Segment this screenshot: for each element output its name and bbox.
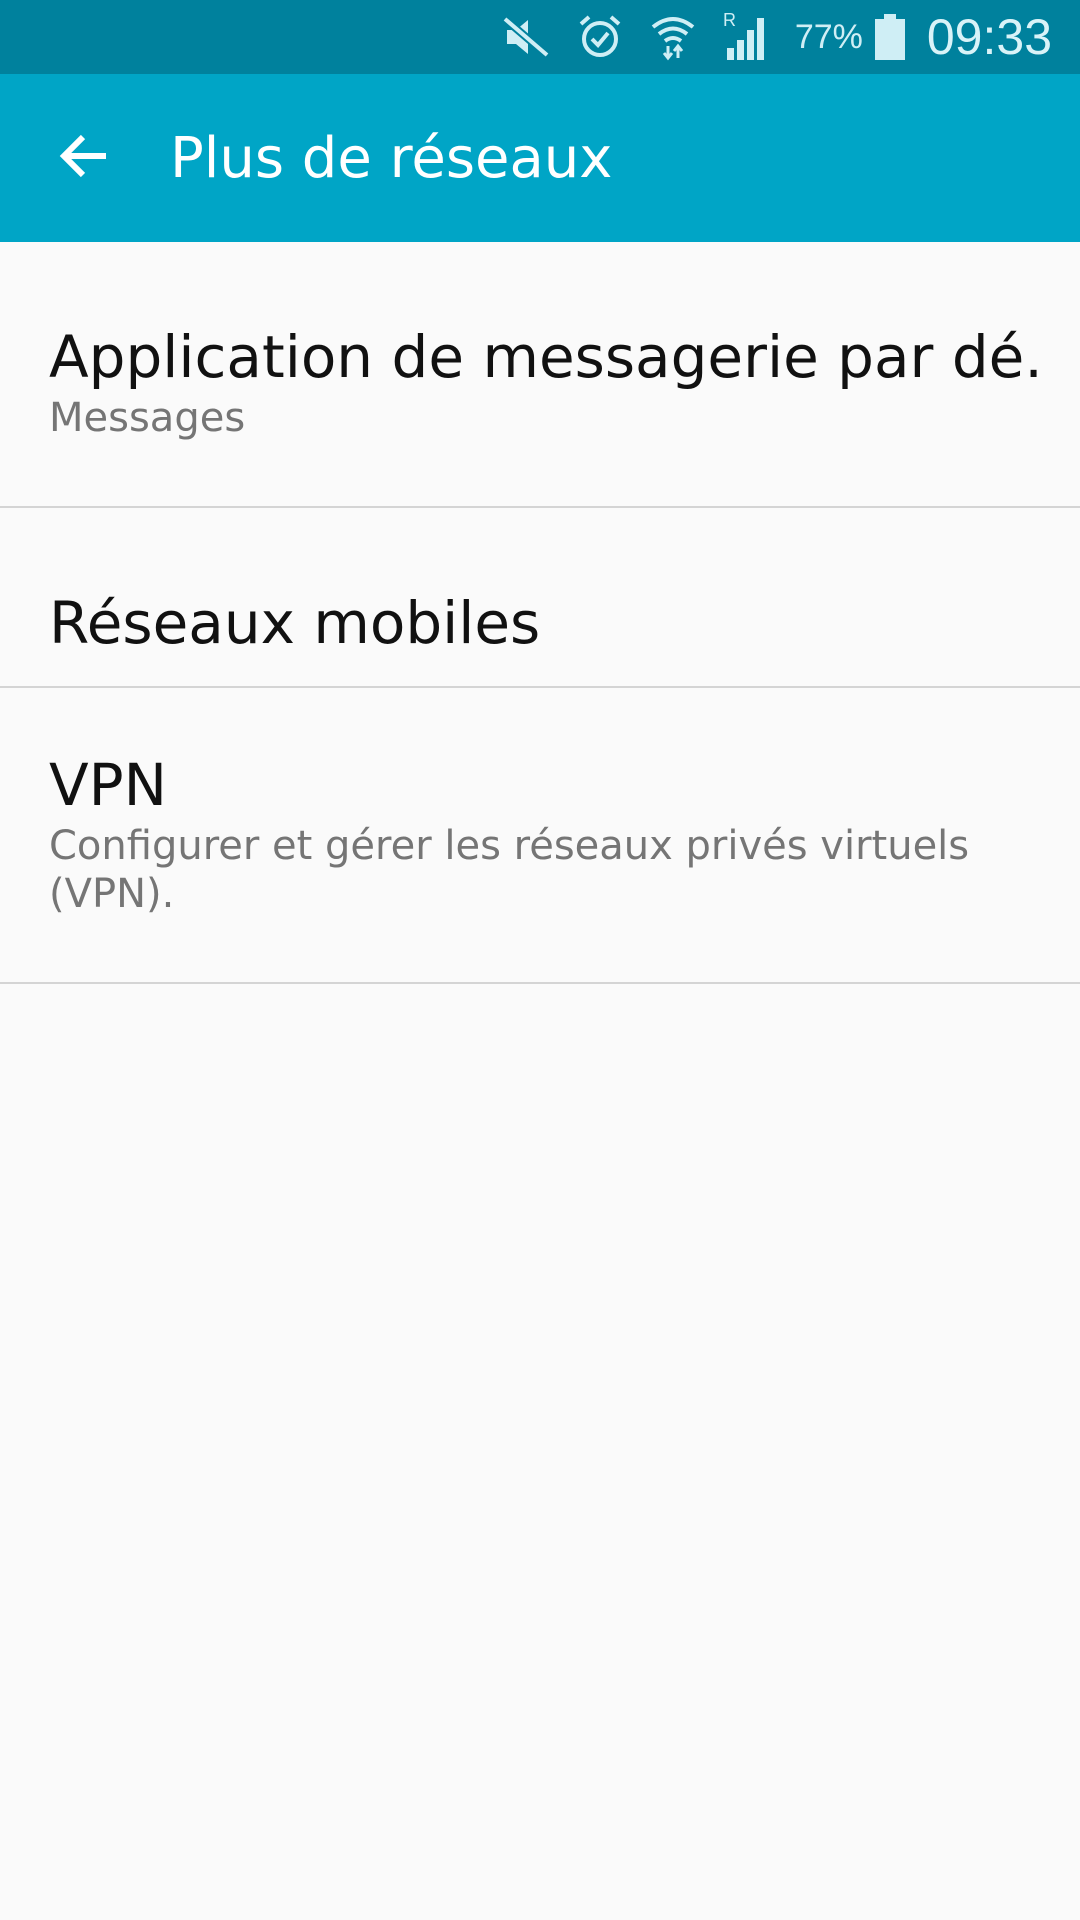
signal-icon: R (723, 12, 771, 62)
status-bar: R 77% 09:33 (0, 0, 1080, 74)
battery-icon (873, 12, 907, 62)
setting-vpn[interactable]: VPN Configurer et gérer les réseaux priv… (0, 688, 1080, 984)
clock: 09:33 (926, 9, 1052, 65)
settings-list: Application de messagerie par dé.. Messa… (0, 242, 1080, 984)
setting-mobile-networks[interactable]: Réseaux mobiles (0, 508, 1080, 688)
setting-subtitle: Configurer et gérer les réseaux privés v… (49, 823, 970, 917)
wifi-icon (649, 13, 697, 61)
roaming-indicator: R (723, 12, 736, 30)
alarm-icon (577, 14, 623, 60)
setting-default-messaging-app[interactable]: Application de messagerie par dé.. Messa… (0, 242, 1080, 508)
arrow-left-icon (56, 128, 112, 188)
setting-title: VPN (49, 751, 168, 819)
app-bar: Plus de réseaux (0, 74, 1080, 242)
setting-title: Application de messagerie par dé.. (49, 323, 1040, 391)
setting-title: Réseaux mobiles (49, 589, 541, 657)
page-title: Plus de réseaux (170, 125, 613, 191)
back-button[interactable] (36, 110, 132, 206)
mute-icon (501, 15, 551, 59)
setting-subtitle: Messages (49, 395, 246, 441)
battery-percentage: 77% (794, 17, 863, 56)
